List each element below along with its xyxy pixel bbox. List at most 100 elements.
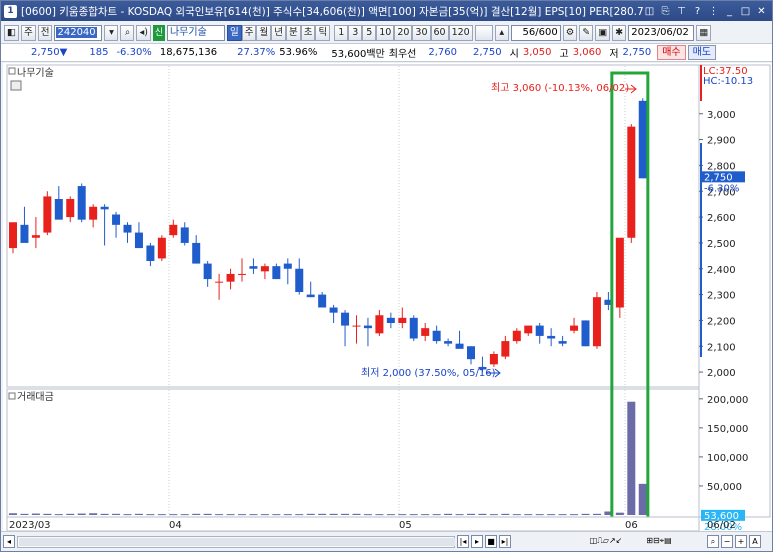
candle-body — [43, 196, 52, 233]
volume-tick-label: 50,000 — [707, 482, 742, 493]
gear-icon[interactable]: ✱ — [612, 24, 627, 41]
font-size-icon[interactable]: A — [749, 535, 761, 548]
stop-icon[interactable]: ■ — [485, 535, 497, 548]
last-icon[interactable]: ▸| — [499, 535, 511, 548]
high-label: 고 — [559, 49, 569, 60]
help-icon[interactable]: ? — [691, 5, 704, 18]
price-tick-label: 2,900 — [707, 136, 736, 147]
pin-icon[interactable]: ⊤ — [675, 5, 688, 18]
candle-body — [54, 199, 63, 220]
stock-code-input[interactable]: 242040 — [54, 24, 103, 41]
date-field[interactable]: 2023/06/02 — [628, 24, 695, 41]
minute-button-30[interactable]: 30 — [412, 24, 431, 41]
sell-button[interactable]: 매도 — [687, 45, 716, 60]
period-button-5[interactable]: 초 — [300, 24, 316, 41]
period-button-0[interactable]: 일 — [226, 24, 242, 41]
zoom-in-icon[interactable]: + — [735, 535, 747, 548]
search-icon[interactable]: ⌕ — [120, 24, 135, 41]
tools-icon[interactable]: ✎ — [579, 24, 594, 41]
change-value: 185 — [89, 47, 109, 58]
menu-icon[interactable]: ⋮ — [707, 5, 720, 18]
minute-button-3[interactable]: 3 — [348, 24, 363, 41]
minute-button-1[interactable]: 1 — [334, 24, 349, 41]
minute-button-20[interactable]: 20 — [394, 24, 413, 41]
candle-body — [134, 232, 143, 249]
horizontal-scrollbar[interactable] — [17, 536, 455, 548]
best-label: 최우선 — [388, 49, 417, 60]
save-icon[interactable]: ▣ — [595, 24, 611, 41]
volume-bar — [547, 514, 556, 516]
chart-area[interactable]: 나무기술 거래대금 2,000 2,100 2,200 2,300 2,400 2,500 2,… — [3, 63, 772, 533]
zoom-icon[interactable]: ⌕ — [707, 535, 719, 548]
volume-bar — [260, 514, 269, 516]
candle-body — [535, 325, 544, 336]
maximize-icon[interactable]: □ — [739, 5, 752, 18]
period-button-2[interactable]: 월 — [256, 24, 272, 41]
calendar-icon[interactable]: ▦ — [696, 24, 712, 41]
range-bar-up — [700, 65, 702, 101]
candle-body — [215, 281, 224, 283]
volume-bar — [9, 513, 17, 515]
prev-button[interactable]: 전 — [37, 24, 53, 41]
current-price: 2,750 — [31, 47, 60, 58]
data-count-field[interactable]: 56/600 — [510, 24, 561, 41]
minimize-icon[interactable]: _ — [723, 5, 736, 18]
sound-icon[interactable]: ◂) — [136, 24, 151, 41]
play-icon[interactable]: ▸ — [471, 535, 483, 548]
volume-bar — [432, 514, 441, 516]
current-pct-label: -6.30% — [704, 183, 739, 194]
buy-button[interactable]: 매수 — [657, 45, 686, 60]
scroll-left-icon[interactable]: ◂ — [3, 535, 15, 548]
volume-bar — [489, 514, 498, 516]
minute-button-5[interactable]: 5 — [362, 24, 377, 41]
settings-icon[interactable]: ⚙ — [562, 24, 578, 41]
minute-button-120[interactable]: 120 — [448, 24, 473, 41]
copy-icon[interactable]: ⎘ — [659, 5, 672, 18]
x-axis-label: 05 — [399, 520, 412, 531]
candle-body — [157, 237, 166, 259]
candle-body — [89, 206, 98, 220]
candle-body — [375, 315, 384, 334]
candle-body — [146, 245, 155, 261]
type-button[interactable]: 주 — [20, 24, 36, 41]
spin-icon[interactable]: ▴ — [494, 24, 509, 41]
stock-name-field[interactable]: 나무기술 — [166, 24, 225, 41]
candle-body — [226, 273, 235, 282]
drawing-tools-icon[interactable]: ◫⎍▱↗↙ — [581, 535, 631, 548]
chart-svg[interactable]: 나무기술거래대금 2,000 2,100 2,200 2,300 2,400 2,500 2,… — [3, 63, 772, 533]
dropdown-icon[interactable]: ▾ — [104, 24, 119, 41]
candle-body — [20, 224, 29, 243]
candle-body — [501, 341, 510, 357]
candle-body — [467, 346, 475, 360]
volume-bar — [478, 513, 487, 515]
period-button-4[interactable]: 분 — [285, 24, 301, 41]
volume-bar — [272, 514, 281, 516]
best-ask: 2,760 — [428, 47, 458, 58]
volume-bar — [169, 514, 178, 516]
price-tick-label: 2,800 — [707, 161, 736, 172]
title-bar[interactable]: 1 [0600] 키움종합차트 - KOSDAQ 외국인보유[614(천)] 주… — [1, 1, 772, 21]
minute-buttons: 1 3 5 10 20 30 60 120 — [334, 24, 473, 41]
first-icon[interactable]: |◂ — [457, 535, 469, 548]
period-button-6[interactable]: 틱 — [315, 24, 331, 41]
window-title: [0600] 키움종합차트 - KOSDAQ 외국인보유[614(천)] 주식수… — [21, 5, 643, 18]
volume-bar — [43, 513, 52, 515]
candle-body — [283, 263, 292, 269]
period-button-1[interactable]: 주 — [241, 24, 257, 41]
chart-type-icon[interactable]: ◧ — [4, 24, 19, 41]
volume-bar — [638, 483, 647, 515]
volume-bar — [524, 514, 533, 516]
price-tick-label: 2,500 — [707, 239, 736, 250]
minute-button-60[interactable]: 60 — [430, 24, 449, 41]
candle-body — [581, 320, 590, 347]
minute-button-10[interactable]: 10 — [376, 24, 395, 41]
close-icon[interactable]: ✕ — [755, 5, 768, 18]
link-icon[interactable]: ◫ — [643, 5, 656, 18]
candle-body — [512, 330, 521, 342]
low-label: 저 — [609, 49, 619, 60]
volume-value: 18,675,136 — [159, 47, 218, 58]
custom-minute-input[interactable] — [474, 24, 493, 41]
period-button-3[interactable]: 년 — [271, 24, 286, 41]
zoom-out-icon[interactable]: − — [721, 535, 733, 548]
chart-tools-icon[interactable]: ⊞⊟⌖▤ — [635, 535, 683, 548]
